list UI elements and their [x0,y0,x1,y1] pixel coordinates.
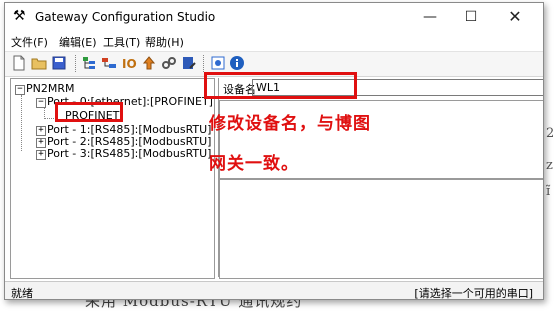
background-fragment: z [546,158,553,173]
window-title: Gateway Configuration Studio [35,10,216,24]
title-bar: ⚒ Gateway Configuration Studio — ☐ ✕ [5,3,543,31]
serial-port-status: [请选择一个可用的串口] [414,287,533,300]
upload-icon[interactable] [141,55,157,71]
menu-tools[interactable]: 工具(T) [103,34,140,50]
status-bar: 就绪 [请选择一个可用的串口] [5,281,543,300]
annotation-text-line1: 修改设备名，与博图 [209,114,371,134]
tree-item-label: Port - 3:[RS485]:[ModbusRTU] [47,147,212,160]
save-icon[interactable] [51,55,67,71]
svg-text:IO: IO [122,57,137,71]
status-text: 就绪 [11,287,33,300]
menu-file[interactable]: 文件(F) [11,34,48,50]
tree-root-label: PN2MRM [26,82,75,95]
link-icon[interactable] [161,55,177,71]
menu-bar: 文件(F) 编辑(E) 工具(T) 帮助(H) [5,31,543,51]
tree-item-port-3[interactable]: + Port - 3:[RS485]:[ModbusRTU] [36,147,211,160]
menu-edit[interactable]: 编辑(E) [59,34,97,50]
toolbar-separator [203,55,205,72]
highlight-box-profinet [55,102,123,122]
background-fragment: 2 [546,126,555,141]
background-fragment: ɪ̃ [546,184,551,199]
annotation-text-line2: 网关一致。 [209,154,299,174]
maximize-button[interactable]: ☐ [451,5,491,29]
output-panel [219,179,543,279]
expand-icon[interactable]: + [36,150,46,160]
close-button[interactable]: ✕ [495,5,535,29]
detail-pane: 设备名 WL1 [218,78,543,279]
app-window: ⚒ Gateway Configuration Studio — ☐ ✕ 文件(… [4,2,544,300]
edit-icon[interactable] [181,55,197,71]
open-folder-icon[interactable] [31,55,47,71]
collapse-icon[interactable]: − [15,85,25,95]
collapse-icon[interactable]: − [36,98,46,108]
highlight-box-device-name [204,72,357,99]
network-config-icon[interactable] [210,55,226,71]
menu-help[interactable]: 帮助(H) [145,34,184,50]
minimize-button[interactable]: — [410,5,450,29]
toolbar-separator [75,55,77,72]
new-file-icon[interactable] [11,55,27,71]
tree-root[interactable]: − PN2MRM [15,82,75,95]
tree-connector [21,95,22,151]
add-device-icon[interactable] [101,55,117,71]
io-icon[interactable]: IO [121,55,137,71]
info-icon[interactable] [229,55,245,71]
tools-icon: ⚒ [13,8,26,24]
add-node-icon[interactable] [81,55,97,71]
